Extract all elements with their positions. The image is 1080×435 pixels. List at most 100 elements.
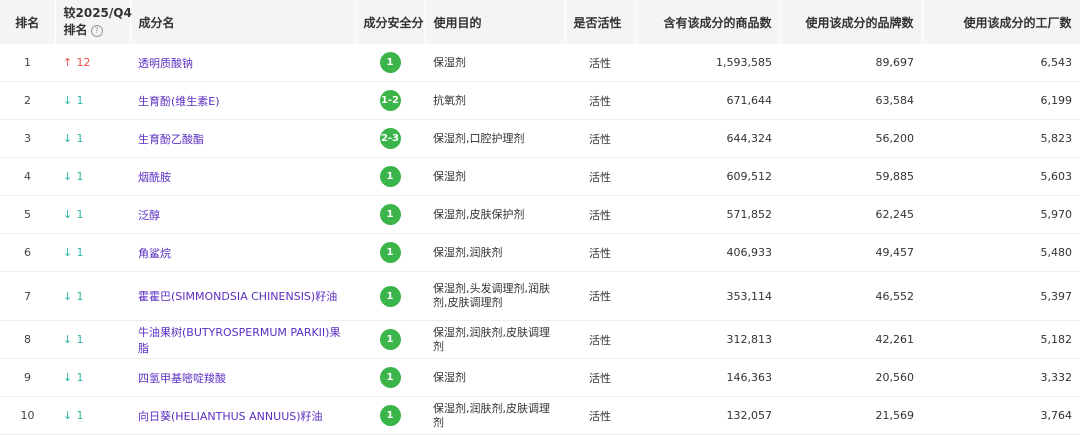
ingredient-link[interactable]: 向日葵(HELIANTHUS ANNUUS)籽油 xyxy=(138,410,323,423)
header-purpose[interactable]: 使用目的 xyxy=(425,0,566,44)
ingredient-name-cell: 泛醇 xyxy=(130,195,355,234)
header-brand-count[interactable]: 使用该成分的品牌数 xyxy=(780,0,923,44)
arrow-down-icon: ↓ xyxy=(63,371,73,384)
purpose-cell: 保湿剂 xyxy=(425,44,565,82)
ingredient-name-cell: 四氢甲基嘧啶羧酸 xyxy=(130,358,355,397)
factory-count-cell: 6,543 xyxy=(922,44,1080,82)
factory-count-cell: 3,332 xyxy=(922,358,1080,397)
brand-count-cell: 89,697 xyxy=(780,44,922,82)
product-count-cell: 671,644 xyxy=(635,81,780,120)
factory-count-cell: 5,603 xyxy=(922,157,1080,196)
ingredient-link[interactable]: 生育酚(维生素E) xyxy=(138,95,220,108)
active-cell: 活性 xyxy=(565,195,635,234)
rank-change: ↓ 1 xyxy=(63,208,84,221)
table-row: 2 ↓ 1 生育酚(维生素E) 1-2 抗氧剂 活性 671,644 63,584 6,199 xyxy=(0,81,1080,120)
rank-change-value: 1 xyxy=(76,94,84,107)
rank-cell: 4 xyxy=(0,157,55,196)
brand-count-cell: 49,457 xyxy=(780,233,922,272)
active-cell: 活性 xyxy=(565,44,635,82)
header-active[interactable]: 是否活性 xyxy=(565,0,636,44)
table-row: 3 ↓ 1 生育酚乙酸酯 2-3 保湿剂,口腔护理剂 活性 644,324 56,200 5,8… xyxy=(0,119,1080,158)
product-count-cell: 609,512 xyxy=(635,157,780,196)
rank-change-value: 1 xyxy=(76,333,84,346)
ingredient-link[interactable]: 牛油果树(BUTYROSPERMUM PARKII)果脂 xyxy=(138,326,340,355)
rank-change-cell: ↓ 1 xyxy=(55,157,130,196)
rank-cell: 9 xyxy=(0,358,55,397)
purpose-cell: 保湿剂,口腔护理剂 xyxy=(425,119,565,158)
rank-change-cell: ↓ 1 xyxy=(55,81,130,120)
rank-change-cell: ↓ 1 xyxy=(55,271,130,321)
product-count-cell: 353,114 xyxy=(635,271,780,321)
safety-cell: 1-2 xyxy=(355,81,425,120)
table-row: 4 ↓ 1 烟酰胺 1 保湿剂 活性 609,512 59,885 5,603 xyxy=(0,157,1080,196)
safety-score-badge: 1 xyxy=(379,405,401,426)
rank-change-value: 1 xyxy=(76,132,84,145)
brand-count-cell: 63,584 xyxy=(780,81,922,120)
safety-cell: 1 xyxy=(355,233,425,272)
rank-change-value: 1 xyxy=(76,246,84,259)
active-cell: 活性 xyxy=(565,157,635,196)
ingredient-link[interactable]: 泛醇 xyxy=(138,209,160,222)
brand-count-cell: 59,885 xyxy=(780,157,922,196)
help-icon[interactable]: ? xyxy=(90,24,103,37)
rank-change-cell: ↓ 1 xyxy=(55,320,130,359)
table-header-row: 排名 较2025/Q4 排名? 成分名 成分安全分 使用目的 是否活性 含有该成… xyxy=(0,0,1080,44)
product-count-cell: 146,363 xyxy=(635,358,780,397)
purpose-cell: 保湿剂 xyxy=(425,157,565,196)
table-row: 9 ↓ 1 四氢甲基嘧啶羧酸 1 保湿剂 活性 146,363 20,560 3,332 xyxy=(0,358,1080,397)
ingredient-name-cell: 牛油果树(BUTYROSPERMUM PARKII)果脂 xyxy=(130,320,355,359)
arrow-down-icon: ↓ xyxy=(63,289,73,303)
rank-change-cell: ↓ 1 xyxy=(55,195,130,234)
header-rank[interactable]: 排名 xyxy=(0,0,56,44)
header-rank-change[interactable]: 较2025/Q4 排名? xyxy=(55,0,132,44)
rank-change-cell: ↓ 1 xyxy=(55,358,130,397)
ingredient-link[interactable]: 透明质酸钠 xyxy=(138,57,193,70)
arrow-down-icon: ↓ xyxy=(63,208,73,221)
purpose-text: 保湿剂,口腔护理剂 xyxy=(433,131,525,145)
rank-change: ↓ 1 xyxy=(63,371,84,384)
ingredient-link[interactable]: 生育酚乙酸酯 xyxy=(138,133,204,146)
ingredient-link[interactable]: 四氢甲基嘧啶羧酸 xyxy=(138,372,226,385)
arrow-up-icon: ↑ xyxy=(63,56,73,69)
ingredient-link[interactable]: 霍霍巴(SIMMONDSIA CHINENSIS)籽油 xyxy=(138,290,337,303)
rank-change: ↓ 1 xyxy=(63,170,84,183)
purpose-text: 保湿剂,头发调理剂,润肤剂,皮肤调理剂 xyxy=(433,282,550,309)
purpose-cell: 保湿剂,皮肤保护剂 xyxy=(425,195,565,234)
purpose-text: 抗氧剂 xyxy=(433,93,466,107)
rank-change: ↑ 12 xyxy=(63,56,91,69)
safety-score-badge: 1 xyxy=(379,52,401,73)
factory-count-cell: 5,970 xyxy=(922,195,1080,234)
rank-change-value: 12 xyxy=(76,56,91,69)
table-row: 7 ↓ 1 霍霍巴(SIMMONDSIA CHINENSIS)籽油 1 保湿剂,头发调理… xyxy=(0,271,1080,321)
rank-cell: 6 xyxy=(0,233,55,272)
purpose-text: 保湿剂,润肤剂,皮肤调理剂 xyxy=(433,325,550,353)
rank-cell: 8 xyxy=(0,320,55,359)
safety-score-badge: 1 xyxy=(379,329,401,350)
purpose-text: 保湿剂 xyxy=(433,169,466,183)
safety-cell: 2-3 xyxy=(355,119,425,158)
rank-change: ↓ 1 xyxy=(63,132,84,145)
rank-cell: 7 xyxy=(0,271,55,321)
purpose-text: 保湿剂 xyxy=(433,370,466,384)
header-name[interactable]: 成分名 xyxy=(130,0,356,44)
ingredient-name-cell: 向日葵(HELIANTHUS ANNUUS)籽油 xyxy=(130,396,355,435)
header-factory-count[interactable]: 使用该成分的工厂数 xyxy=(922,0,1080,44)
arrow-down-icon: ↓ xyxy=(63,94,73,107)
ingredient-name-cell: 生育酚乙酸酯 xyxy=(130,119,355,158)
table-row: 8 ↓ 1 牛油果树(BUTYROSPERMUM PARKII)果脂 1 保湿剂,润肤剂… xyxy=(0,320,1080,359)
header-product-count[interactable]: 含有该成分的商品数 xyxy=(635,0,781,44)
ingredient-link[interactable]: 角鲨烷 xyxy=(138,247,171,260)
brand-count-cell: 56,200 xyxy=(780,119,922,158)
arrow-down-icon: ↓ xyxy=(63,170,73,183)
arrow-down-icon: ↓ xyxy=(63,409,73,422)
rank-change-cell: ↓ 1 xyxy=(55,233,130,272)
active-cell: 活性 xyxy=(565,320,635,359)
table-row: 1 ↑ 12 透明质酸钠 1 保湿剂 活性 1,593,585 89,697 6,543 xyxy=(0,44,1080,82)
ingredient-link[interactable]: 烟酰胺 xyxy=(138,171,171,184)
purpose-text: 保湿剂 xyxy=(433,55,466,69)
table-row: 6 ↓ 1 角鲨烷 1 保湿剂,润肤剂 活性 406,933 49,457 5,480 xyxy=(0,233,1080,272)
rank-change: ↓ 1 xyxy=(63,246,84,259)
rank-cell: 2 xyxy=(0,81,55,120)
header-safety[interactable]: 成分安全分 xyxy=(355,0,426,44)
product-count-cell: 406,933 xyxy=(635,233,780,272)
